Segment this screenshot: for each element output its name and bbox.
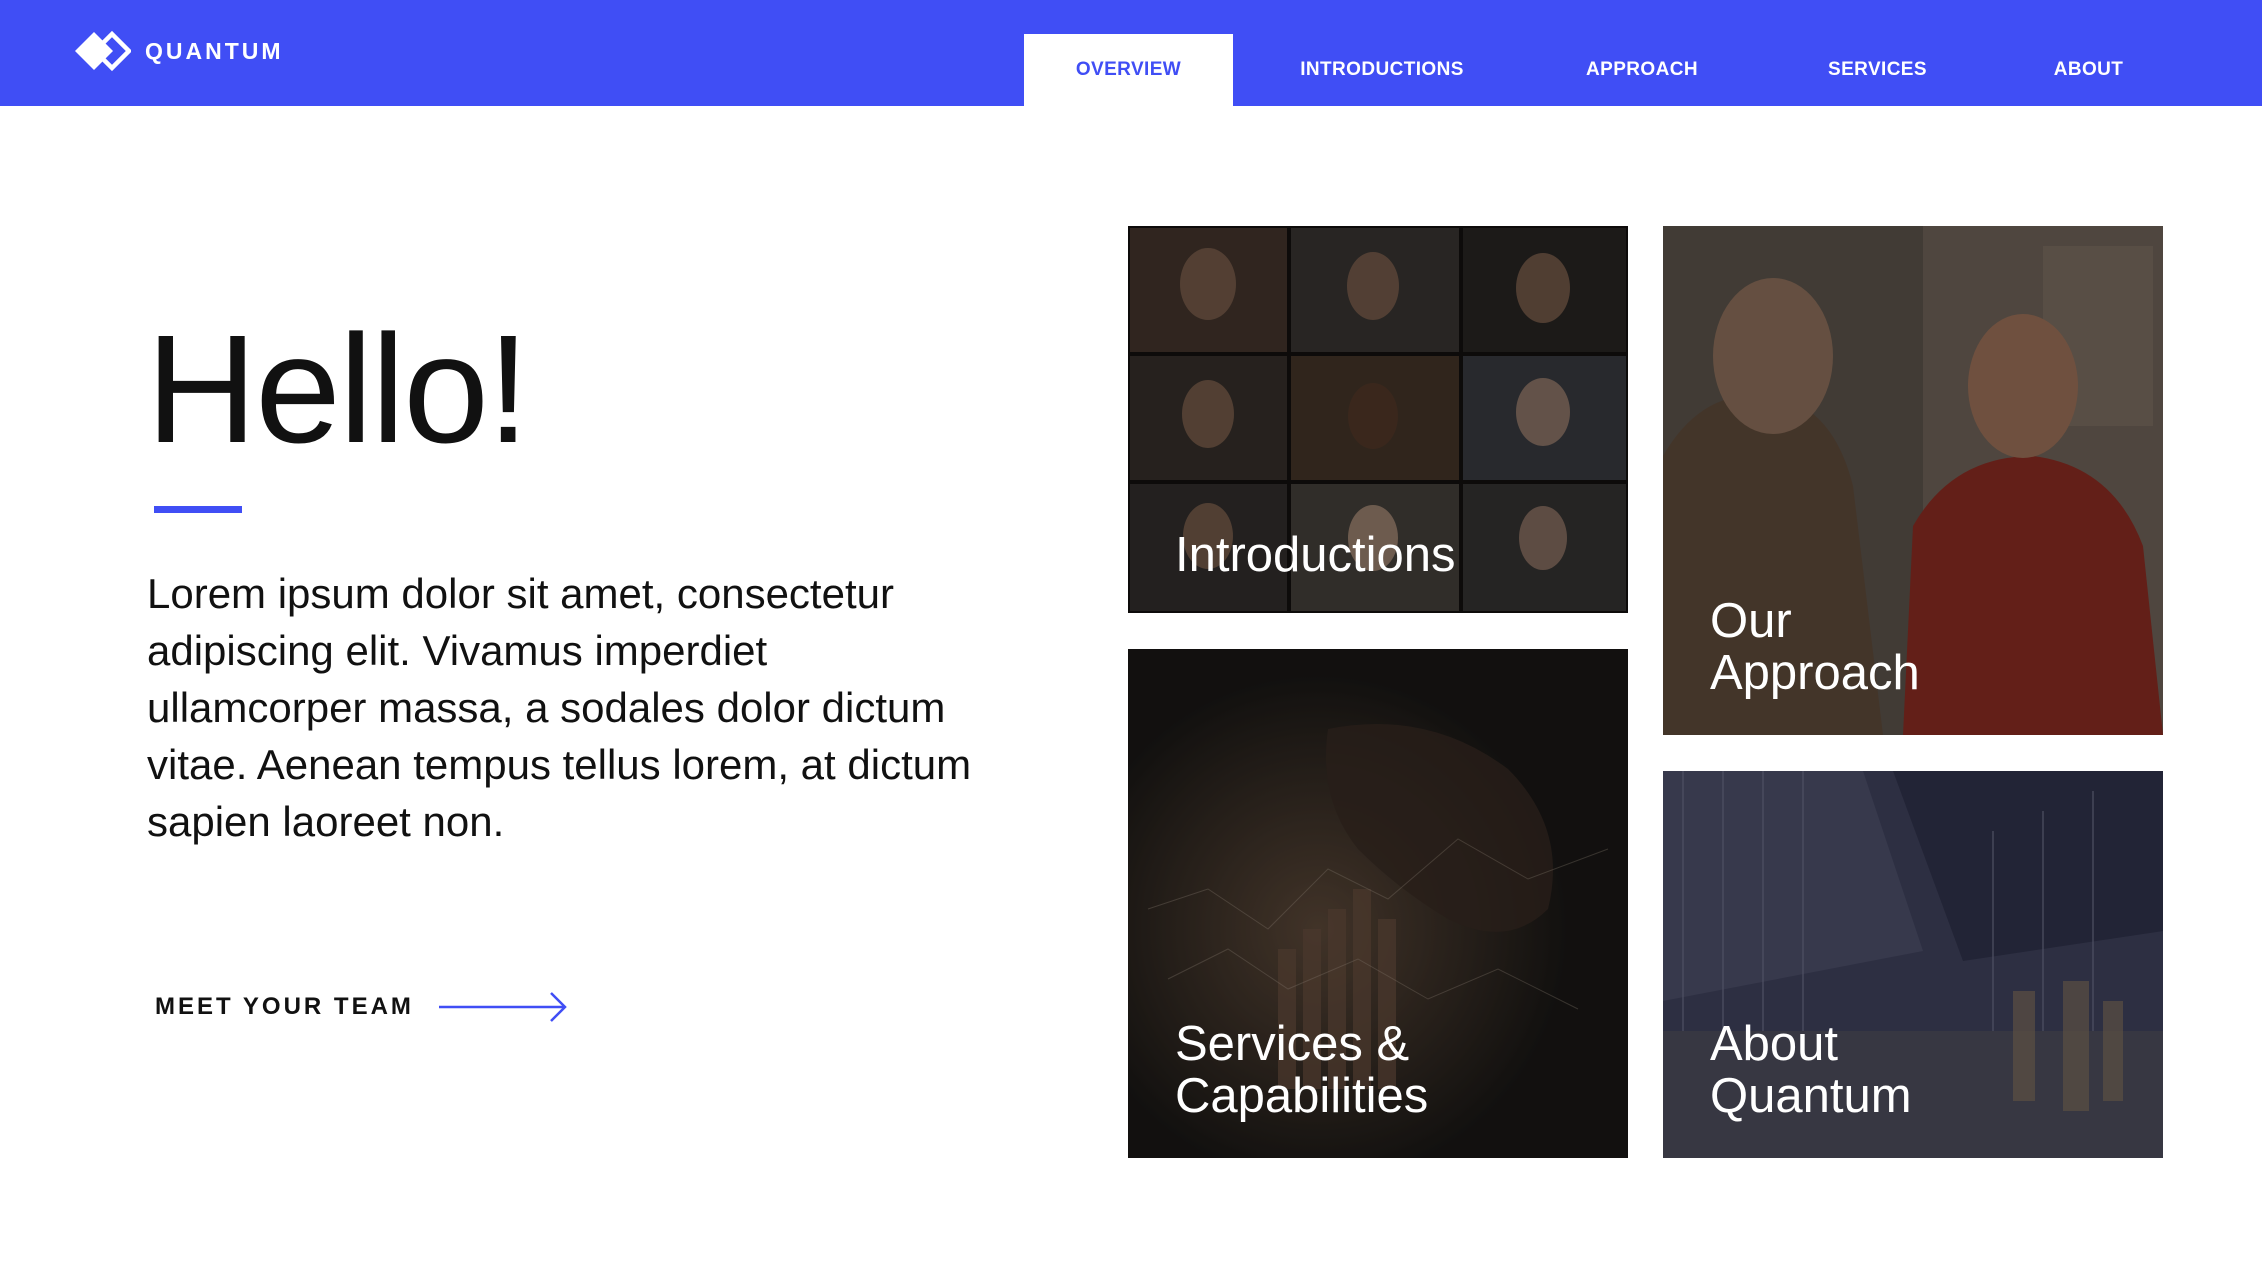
tile-about-quantum[interactable]: About Quantum [1663, 771, 2163, 1158]
nav-tab-services[interactable]: SERVICES [1800, 34, 1955, 106]
hero-body-text: Lorem ipsum dolor sit amet, consectetur … [147, 570, 972, 845]
tile-label: Services & Capabilities [1175, 1017, 1429, 1123]
arrow-right-icon [439, 992, 567, 1022]
title-underline-divider [154, 506, 242, 513]
nav-tab-about[interactable]: ABOUT [2030, 34, 2147, 106]
tile-our-approach[interactable]: Our Approach [1663, 226, 2163, 735]
top-navbar: QUANTUM OVERVIEW INTRODUCTIONS APPROACH … [0, 0, 2262, 106]
nav-tab-overview[interactable]: OVERVIEW [1024, 34, 1233, 106]
tile-label: About Quantum [1710, 1017, 1912, 1123]
hero-title: Hello! [146, 303, 530, 475]
nav-tab-introductions[interactable]: INTRODUCTIONS [1282, 34, 1482, 106]
brand-logo[interactable]: QUANTUM [75, 30, 284, 72]
nav-tab-approach[interactable]: APPROACH [1562, 34, 1722, 106]
brand-name: QUANTUM [145, 37, 284, 64]
tile-label: Introductions [1175, 528, 1456, 582]
diamond-logo-icon [75, 30, 131, 72]
meet-your-team-link[interactable]: MEET YOUR TEAM [155, 984, 567, 1030]
tile-label: Our Approach [1710, 594, 1920, 700]
cta-label: MEET YOUR TEAM [155, 993, 414, 1020]
tile-introductions[interactable]: Introductions [1128, 226, 1628, 613]
tile-services-capabilities[interactable]: Services & Capabilities [1128, 649, 1628, 1158]
